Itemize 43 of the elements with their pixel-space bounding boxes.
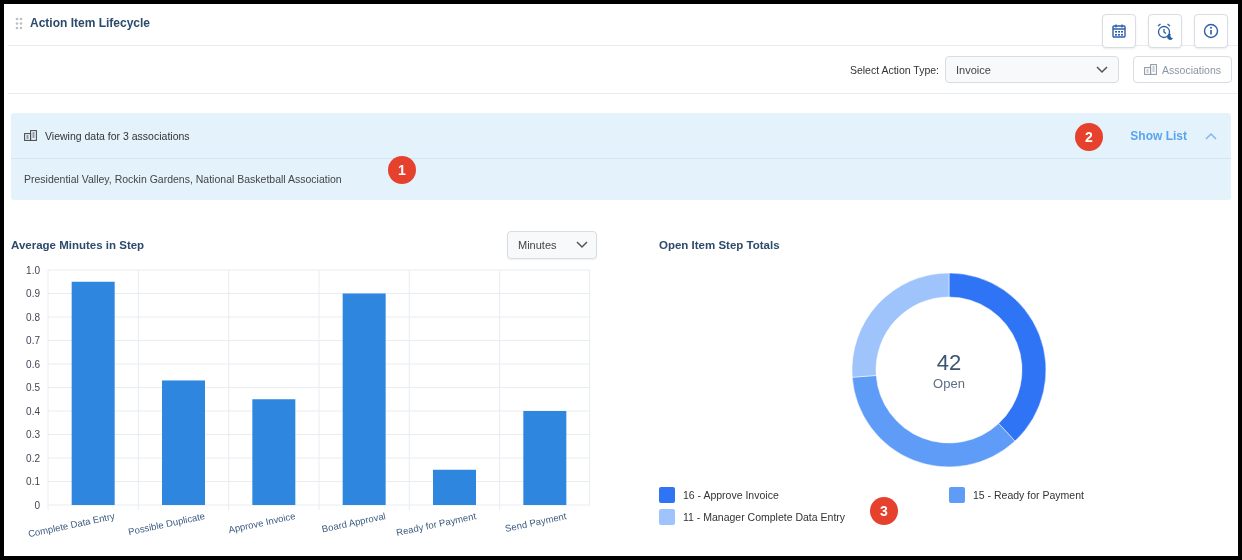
axis-category-label: Possible Duplicate [127,510,206,538]
calendar-icon [1111,23,1127,39]
callout-badge: 3 [870,497,898,525]
associations-list: Presidential Valley, Rockin Gardens, National Basketball Association [24,173,342,185]
bar [433,469,476,505]
legend-label: 15 - Ready for Payment [973,489,1084,501]
total-count: 42 [936,349,962,376]
banner-title: Viewing data for 3 associations [45,129,190,142]
action-type-select[interactable]: Invoice [945,56,1120,83]
unit-select[interactable]: Minutes [507,231,597,259]
axis-tick-label: 0 [34,499,40,511]
legend-label: 11 - Manager Complete Data Entry [683,511,846,523]
axis-tick-label: 0.5 [26,382,40,393]
axis-tick-label: 0.2 [26,452,40,464]
calendar-button[interactable] [1102,14,1136,48]
axis-category-label: Ready for Payment [395,510,477,538]
field-label: Select Action Type: [849,63,940,76]
axis-tick-label: 0.7 [26,335,40,346]
total-label: Open [933,375,965,391]
buildings-icon [24,130,37,141]
buildings-icon [1144,64,1158,75]
axis-category-label: Board Approval [320,510,387,535]
chart-title: Open Item Step Totals [659,238,781,253]
axis-tick-label: 0.9 [26,288,40,299]
info-button[interactable] [1194,14,1228,48]
chevron-down-icon [576,241,588,249]
axis-tick-label: 0.4 [26,405,40,417]
axis-category-label: Approve Invoice [227,510,297,536]
chart-title: Average Minutes in Step [11,239,145,251]
axis-tick-label: 1.0 [26,264,40,276]
chevron-down-icon [1096,65,1109,74]
alarm-clock-button[interactable] [1148,14,1182,48]
axis-category-label: Complete Data Entry [27,510,116,540]
alarm-clock-icon [1156,22,1174,40]
axis-category-label: Send Payment [504,510,568,534]
axis-tick-label: 0.6 [26,358,40,370]
info-icon [1203,23,1219,39]
axis-tick-label: 0.8 [26,311,40,323]
drag-handle-icon[interactable] [15,16,23,30]
legend-label: 16 - Approve Invoice [683,489,779,501]
panel-title: Action Item Lifecycle [30,16,151,30]
axis-tick-label: 0.3 [26,429,40,440]
axis-tick-label: 0.1 [26,476,40,487]
